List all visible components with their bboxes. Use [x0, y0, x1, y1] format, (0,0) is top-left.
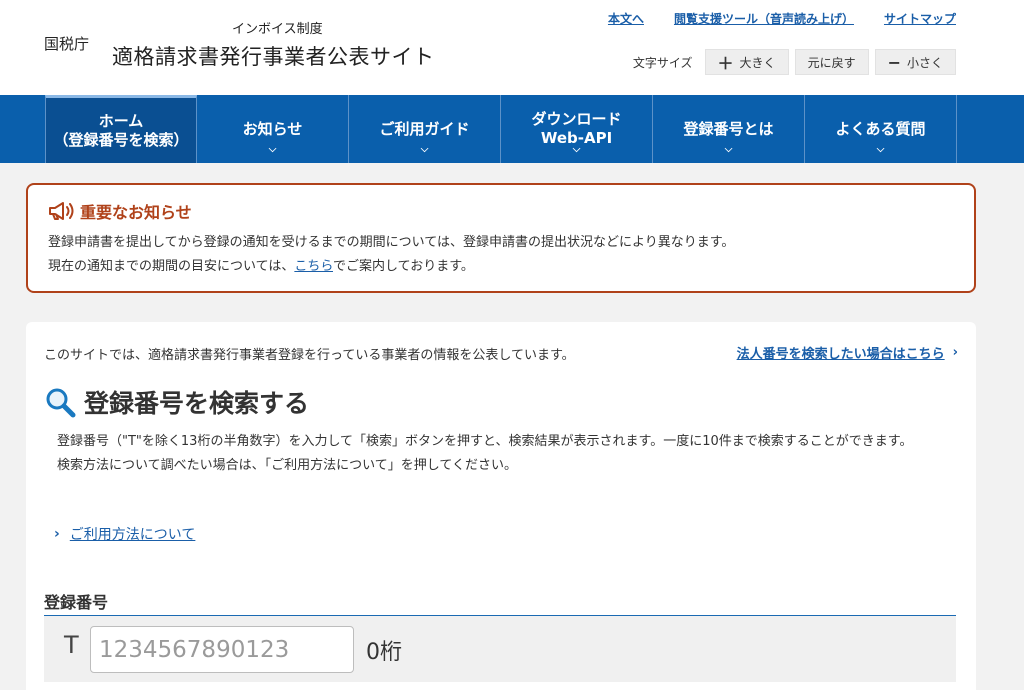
search-panel: このサイトでは、適格請求書発行事業者登録を行っている事業者の情報を公表しています…: [26, 322, 976, 690]
nav-label: よくある質問: [835, 119, 926, 138]
notice-body: 登録申請書を提出してから登録の通知を受けるまでの期間については、登録申請書の提出…: [48, 231, 954, 279]
search-heading: 登録番号を検索する: [44, 384, 309, 420]
chevron-right-icon: ›: [952, 345, 958, 360]
chevron-down-icon: ⌵: [268, 144, 277, 155]
chevron-down-icon: ⌵: [876, 144, 885, 155]
registration-number-label: 登録番号: [44, 593, 109, 612]
chevron-right-icon: ›: [54, 526, 60, 542]
site-header: 国税庁 インボイス制度 適格請求書発行事業者公表サイト 本文へ 閲覧支援ツール（…: [0, 0, 1024, 95]
minus-icon: −: [887, 52, 901, 72]
chevron-down-icon: ⌵: [724, 144, 733, 155]
nav-item-about-number[interactable]: 登録番号とは ⌵: [653, 95, 805, 163]
nav-item-news[interactable]: お知らせ ⌵: [197, 95, 349, 163]
site-intro-text: このサイトでは、適格請求書発行事業者登録を行っている事業者の情報を公表しています…: [44, 348, 575, 363]
important-notice: 重要なお知らせ 登録申請書を提出してから登録の通知を受けるまでの期間については、…: [26, 183, 976, 293]
registration-number-input[interactable]: [90, 626, 354, 673]
nav-item-guide[interactable]: ご利用ガイド ⌵: [349, 95, 501, 163]
global-nav: ホーム （登録番号を検索） お知らせ ⌵ ご利用ガイド ⌵ ダウンロード Web…: [0, 95, 1024, 163]
nav-label: 登録番号とは: [683, 119, 774, 138]
nav-item-download[interactable]: ダウンロード Web-API ⌵: [501, 95, 653, 163]
chevron-down-icon: ⌵: [420, 144, 429, 155]
notice-here-link[interactable]: こちら: [294, 259, 333, 274]
font-reset-label: 元に戻す: [807, 55, 856, 70]
sitemap-link[interactable]: サイトマップ: [884, 10, 956, 27]
nav-label: ご利用ガイド: [379, 119, 470, 138]
nav-item-home[interactable]: ホーム （登録番号を検索）: [45, 95, 197, 163]
search-heading-text: 登録番号を検索する: [84, 389, 310, 418]
font-smaller-button[interactable]: − 小さく: [874, 49, 956, 75]
notice-heading: 重要なお知らせ: [48, 199, 954, 223]
utility-links: 本文へ 閲覧支援ツール（音声読み上げ） サイトマップ: [608, 10, 956, 27]
nav-label-line1: ホーム: [98, 111, 144, 130]
notice-text-after: でご案内しております。: [332, 259, 474, 274]
font-size-controls: 文字サイズ ＋ 大きく 元に戻す − 小さく: [633, 49, 956, 75]
font-larger-button[interactable]: ＋ 大きく: [704, 49, 789, 75]
site-title[interactable]: 適格請求書発行事業者公表サイト: [112, 41, 435, 71]
accessibility-tool-link[interactable]: 閲覧支援ツール（音声読み上げ）: [674, 10, 854, 27]
notice-title: 重要なお知らせ: [80, 203, 192, 222]
usage-guide-link[interactable]: ご利用方法について: [70, 524, 196, 544]
registration-number-row: T 0桁: [44, 616, 956, 682]
site-subtitle: インボイス制度: [232, 22, 323, 37]
nav-item-faq[interactable]: よくある質問 ⌵: [805, 95, 957, 163]
font-smaller-label: 小さく: [906, 55, 943, 70]
corporate-number-link-wrap: 法人番号を検索したい場合はこちら ›: [737, 343, 958, 362]
search-desc-2: 検索方法について調べたい場合は、「ご利用方法について」を押してください。: [57, 458, 517, 473]
plus-icon: ＋: [717, 54, 734, 73]
megaphone-icon: [49, 202, 74, 220]
font-reset-button[interactable]: 元に戻す: [794, 49, 869, 75]
search-desc-1: 登録番号（"T"を除く13桁の半角数字）を入力して「検索」ボタンを押すと、検索結…: [57, 434, 913, 449]
nav-label: お知らせ: [242, 119, 303, 138]
search-description: 登録番号（"T"を除く13桁の半角数字）を入力して「検索」ボタンを押すと、検索結…: [44, 430, 956, 478]
font-size-label: 文字サイズ: [632, 55, 693, 70]
magnifier-icon: [46, 388, 76, 418]
notice-text-before: 現在の通知までの期間の目安については、: [48, 259, 295, 274]
notice-line-1: 登録申請書を提出してから登録の通知を受けるまでの期間については、登録申請書の提出…: [48, 235, 735, 250]
font-larger-label: 大きく: [739, 55, 776, 70]
nav-label-line2: （登録番号を検索）: [53, 130, 189, 149]
nav-label-line1: ダウンロード: [531, 110, 622, 128]
corporate-number-search-link[interactable]: 法人番号を検索したい場合はこちら: [737, 343, 945, 362]
agency-name: 国税庁: [44, 35, 90, 53]
usage-guide-link-wrap: › ご利用方法について: [54, 524, 195, 544]
notice-line-2: 現在の通知までの期間の目安については、こちらでご案内しております。: [48, 255, 954, 279]
skip-to-content-link[interactable]: 本文へ: [608, 10, 644, 27]
digit-counter: 0桁: [366, 640, 402, 665]
t-prefix: T: [64, 631, 79, 659]
chevron-down-icon: ⌵: [572, 144, 581, 155]
